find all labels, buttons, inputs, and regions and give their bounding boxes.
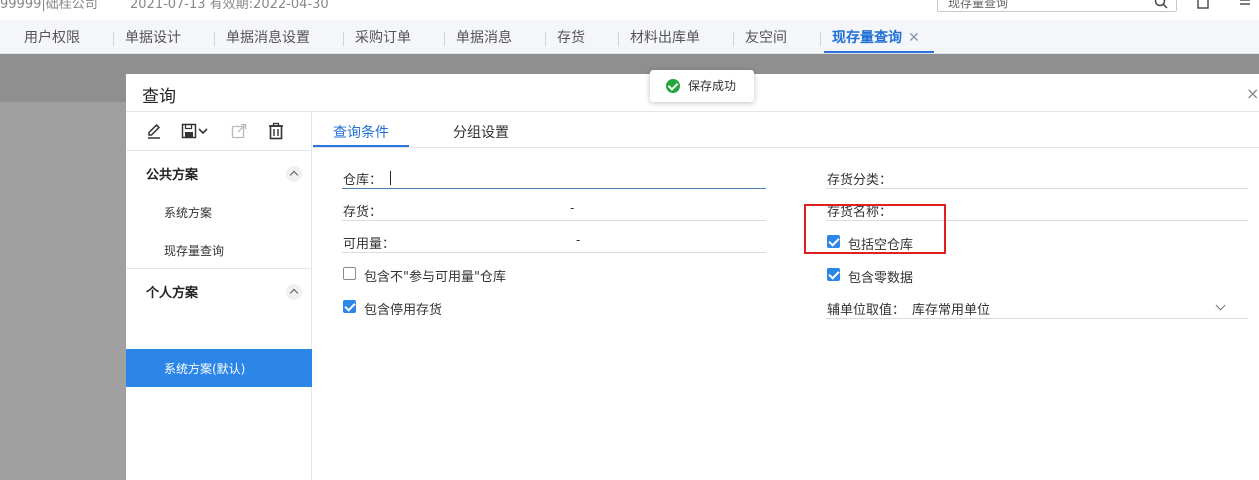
tab-youkongjian[interactable]: 友空间 (733, 20, 787, 54)
tab-document-message-settings[interactable]: 单据消息设置 (214, 20, 310, 54)
query-dialog: 查询 × 公共方案 系统方案 现存量查询 个人方案 系统方案(默认) 查询条件 … (126, 74, 1259, 480)
workspace-tab-bar: 用户权限 单据设计 单据消息设置 采购订单 单据消息 存货 材料出库单 友空间 … (0, 20, 1259, 54)
scheme-item-system[interactable]: 系统方案 (164, 204, 212, 221)
dialog-close-button[interactable]: × (1246, 84, 1259, 103)
warehouse-field[interactable]: 仓库： (342, 167, 766, 189)
highlight-box (804, 204, 946, 254)
tab-material-outbound[interactable]: 材料出库单 (618, 20, 700, 54)
inventory-category-field[interactable]: 存货分类： (826, 167, 1248, 189)
check-circle-icon (666, 79, 680, 93)
company-name: 99999|础桂公司 (0, 0, 98, 12)
public-scheme-group[interactable]: 公共方案 (146, 164, 198, 183)
toast-message: 保存成功 (688, 79, 737, 93)
tab-user-permissions[interactable]: 用户权限 (24, 20, 80, 54)
close-icon[interactable]: ✕ (908, 30, 920, 46)
chevron-up-icon[interactable] (286, 284, 302, 300)
login-date-info: 2021-07-13 有效期:2022-04-30 (130, 0, 329, 12)
global-search-value: 现存量查询 (948, 0, 1009, 10)
home-icon[interactable] (1196, 0, 1210, 10)
chevron-down-icon[interactable] (197, 122, 209, 140)
scheme-item-stock-query[interactable]: 现存量查询 (164, 242, 224, 259)
global-search-input[interactable]: 现存量查询 (937, 0, 1177, 12)
personal-scheme-group[interactable]: 个人方案 (146, 282, 198, 301)
query-tabs: 查询条件 分组设置 (313, 112, 1259, 148)
scheme-item-system-default[interactable]: 系统方案(默认) (126, 349, 312, 387)
tab-inventory[interactable]: 存货 (545, 20, 585, 54)
scheme-panel: 公共方案 系统方案 现存量查询 个人方案 系统方案(默认) (126, 112, 312, 480)
edit-icon[interactable] (145, 122, 163, 140)
delete-icon[interactable] (267, 122, 285, 140)
aux-unit-select[interactable]: 辅单位取值： 库存常用单位 (826, 297, 1248, 319)
scheme-toolbar (126, 112, 312, 150)
chevron-down-icon[interactable] (1215, 300, 1226, 311)
tab-group-settings[interactable]: 分组设置 (453, 122, 509, 142)
tab-document-design[interactable]: 单据设计 (113, 20, 181, 54)
chevron-up-icon[interactable] (286, 166, 302, 182)
tab-query-conditions[interactable]: 查询条件 (333, 122, 389, 142)
success-toast: 保存成功 (650, 70, 754, 102)
save-icon[interactable] (180, 122, 198, 140)
tab-stock-query[interactable]: 现存量查询 ✕ (820, 20, 934, 54)
tab-purchase-order[interactable]: 采购订单 (343, 20, 411, 54)
inventory-field[interactable]: 存货： - (342, 199, 766, 221)
search-icon[interactable] (1154, 0, 1168, 9)
list-icon[interactable] (1238, 0, 1252, 10)
dialog-title: 查询 (142, 87, 176, 107)
export-icon[interactable] (230, 122, 248, 140)
tab-document-messages[interactable]: 单据消息 (444, 20, 512, 54)
available-qty-field[interactable]: 可用量： - (342, 231, 766, 253)
top-header: 99999|础桂公司 2021-07-13 有效期:2022-04-30 现存量… (0, 0, 1259, 20)
